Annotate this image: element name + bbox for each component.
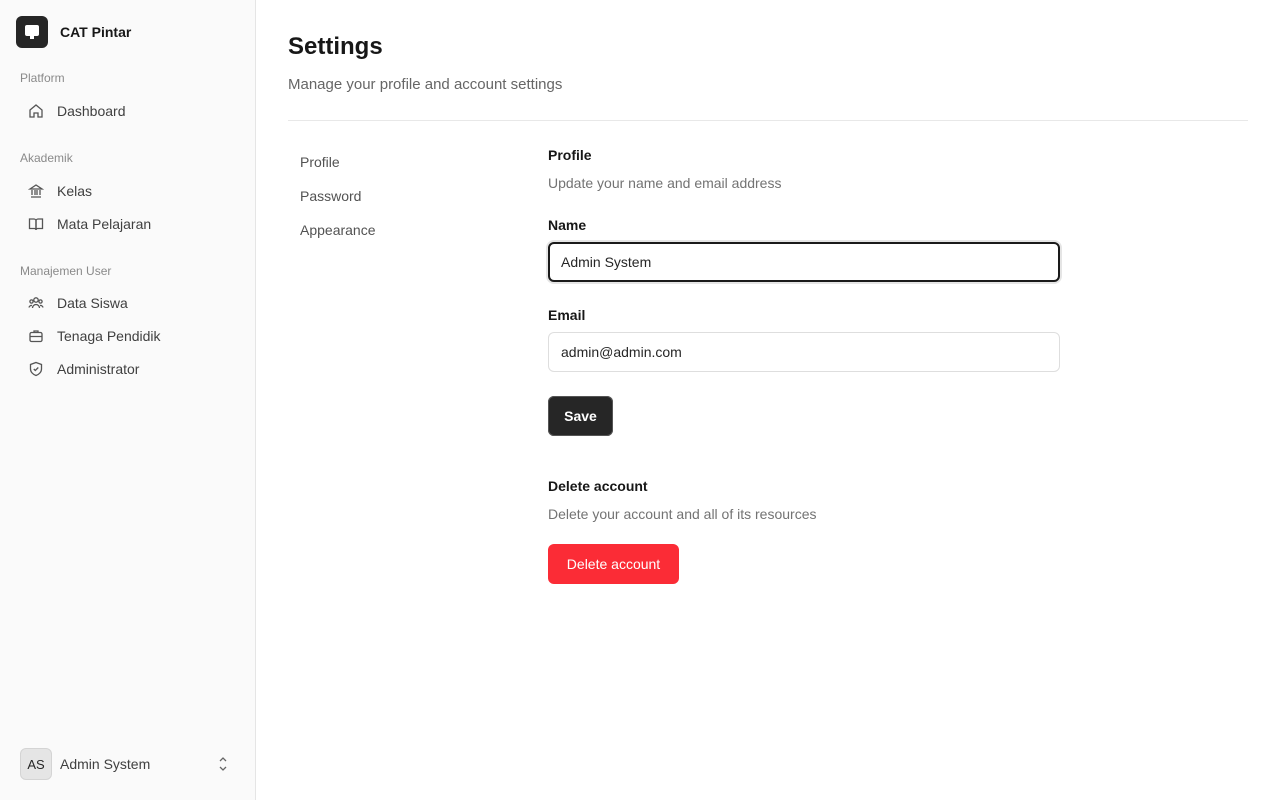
sidebar-item-tenaga-pendidik[interactable]: Tenaga Pendidik <box>8 320 248 352</box>
chevron-up-down-icon <box>216 755 230 778</box>
email-label: Email <box>548 307 586 323</box>
shield-icon <box>28 361 44 377</box>
user-name: Admin System <box>60 756 151 772</box>
delete-section-title: Delete account <box>548 478 648 494</box>
sidebar-item-dashboard[interactable]: Dashboard <box>8 95 248 127</box>
briefcase-icon <box>28 328 44 344</box>
sidebar: CAT Pintar Platform Dashboard Akademik K… <box>0 0 256 800</box>
tab-profile[interactable]: Profile <box>300 154 340 170</box>
email-input[interactable] <box>548 332 1060 372</box>
group-label-akademik: Akademik <box>20 151 73 165</box>
sidebar-item-label: Data Siswa <box>57 295 128 311</box>
group-label-manajemen-user: Manajemen User <box>20 264 112 278</box>
divider <box>288 120 1248 121</box>
sidebar-item-label: Administrator <box>57 361 140 377</box>
group-label-platform: Platform <box>20 71 65 85</box>
tab-password[interactable]: Password <box>300 188 361 204</box>
sidebar-item-label: Kelas <box>57 183 93 199</box>
page-subtitle: Manage your profile and account settings <box>288 76 563 93</box>
sidebar-item-administrator[interactable]: Administrator <box>8 353 248 385</box>
sidebar-item-label: Dashboard <box>57 103 126 119</box>
sidebar-item-kelas[interactable]: Kelas <box>8 175 248 207</box>
building-icon <box>28 183 44 199</box>
profile-section-description: Update your name and email address <box>548 175 782 191</box>
name-label: Name <box>548 217 587 233</box>
delete-account-button[interactable]: Delete account <box>548 544 679 584</box>
avatar: AS <box>20 748 52 780</box>
monitor-icon <box>16 16 48 48</box>
sidebar-item-label: Tenaga Pendidik <box>57 328 161 344</box>
tab-appearance[interactable]: Appearance <box>300 222 376 238</box>
users-icon <box>28 295 44 311</box>
home-icon <box>28 103 44 119</box>
profile-section-title: Profile <box>548 147 592 163</box>
delete-section-description: Delete your account and all of its resou… <box>548 506 817 522</box>
brand-name: CAT Pintar <box>60 24 132 40</box>
save-button[interactable]: Save <box>548 396 613 436</box>
main-content: Settings Manage your profile and account… <box>256 0 1280 800</box>
user-menu-button[interactable]: AS Admin System <box>8 740 248 788</box>
brand-link[interactable]: CAT Pintar <box>16 16 131 48</box>
sidebar-item-data-siswa[interactable]: Data Siswa <box>8 287 248 319</box>
book-icon <box>28 216 44 232</box>
sidebar-item-label: Mata Pelajaran <box>57 216 152 232</box>
sidebar-item-mata-pelajaran[interactable]: Mata Pelajaran <box>8 208 248 240</box>
name-input[interactable] <box>548 242 1060 282</box>
page-title: Settings <box>288 33 383 60</box>
